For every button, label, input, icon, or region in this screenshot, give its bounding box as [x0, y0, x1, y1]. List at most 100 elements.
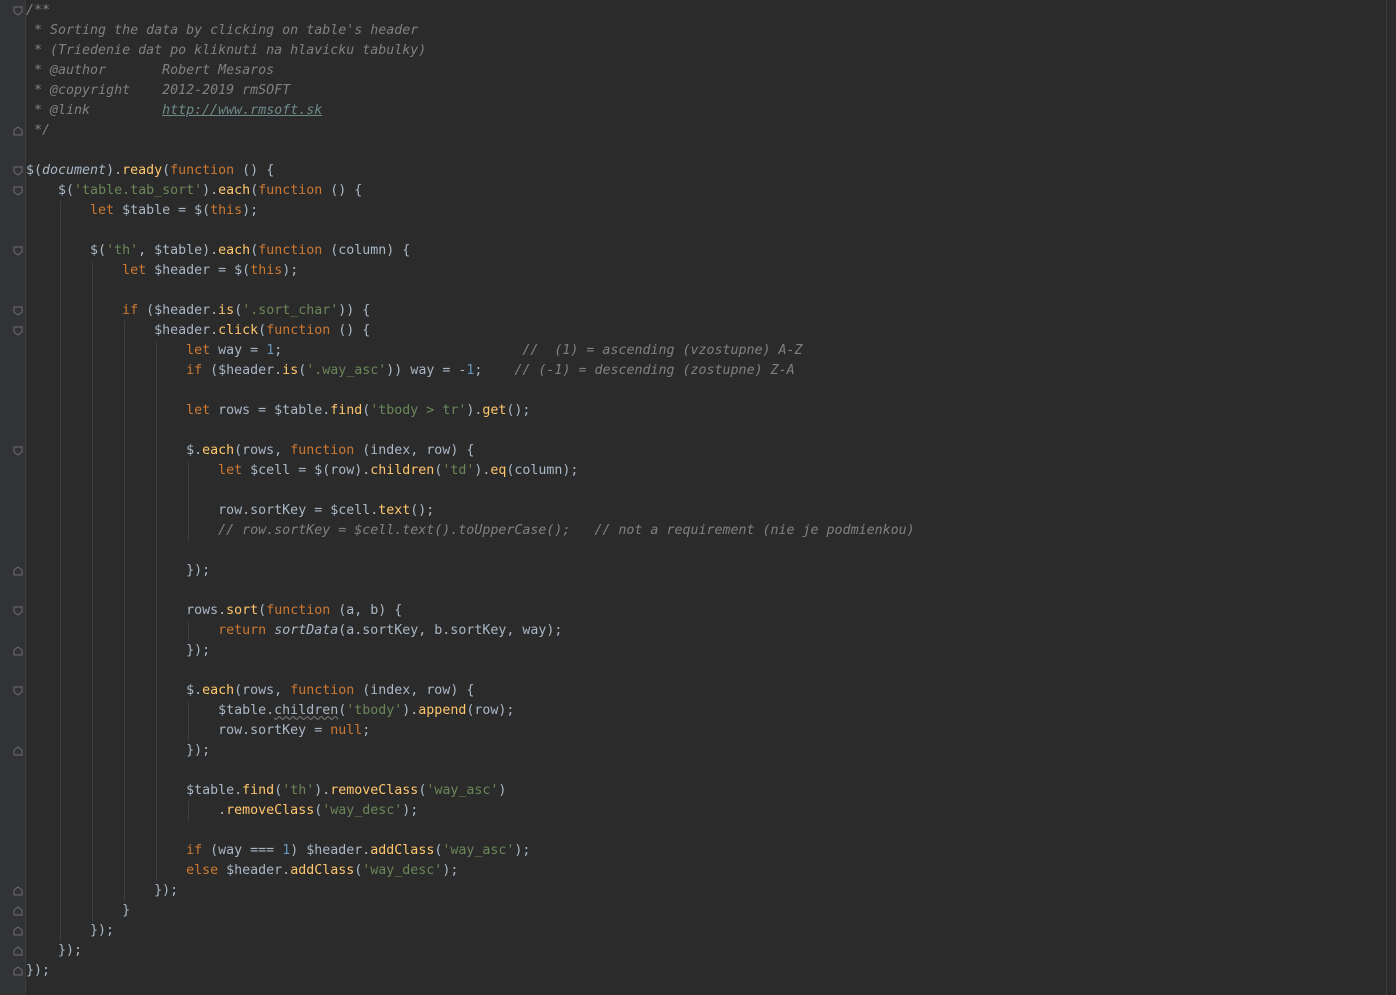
code-token: ($header. [146, 303, 219, 318]
code-token: /** [26, 3, 51, 18]
fold-close-icon[interactable] [13, 126, 23, 136]
fold-open-icon[interactable] [13, 166, 23, 176]
code-line[interactable]: }); [26, 961, 50, 981]
code-line[interactable]: .removeClass('way_desc'); [26, 801, 418, 821]
fold-close-icon[interactable] [13, 946, 23, 956]
fold-close-icon[interactable] [13, 746, 23, 756]
code-token: if [186, 363, 211, 378]
code-line[interactable]: return sortData(a.sortKey, b.sortKey, wa… [26, 621, 562, 641]
code-token: ; [274, 343, 523, 358]
code-line[interactable]: if ($header.is('.sort_char')) { [26, 301, 370, 321]
code-token: removeClass [226, 803, 315, 818]
code-line[interactable]: if ($header.is('.way_asc')) way = -1; //… [26, 361, 795, 381]
fold-open-icon[interactable] [13, 246, 23, 256]
code-token: } [26, 903, 131, 918]
code-line[interactable]: $('th', $table).each(function (column) { [26, 241, 410, 261]
fold-close-icon[interactable] [13, 646, 23, 656]
code-token: . [26, 803, 227, 818]
fold-close-icon[interactable] [13, 926, 23, 936]
code-line[interactable]: $(document).ready(function () { [26, 161, 274, 181]
code-line[interactable]: }); [26, 921, 114, 941]
code-editor[interactable]: /** * Sorting the data by clicking on ta… [0, 0, 1396, 995]
code-token: eq [490, 463, 507, 478]
code-line[interactable]: rows.sort(function (a, b) { [26, 601, 402, 621]
code-token: http://www.rmsoft.sk [162, 103, 323, 118]
code-token: 'th' [282, 783, 315, 798]
code-token: ); [402, 803, 419, 818]
code-token: each [218, 183, 251, 198]
code-line[interactable]: }); [26, 941, 82, 961]
code-token: addClass [370, 843, 435, 858]
code-line[interactable]: // row.sortKey = $cell.text().toUpperCas… [26, 521, 914, 541]
code-token: null [330, 723, 363, 738]
code-line[interactable]: * @author Robert Mesaros [26, 61, 274, 81]
fold-close-icon[interactable] [13, 906, 23, 916]
code-line[interactable]: * (Triedenie dat po kliknuti na hlavicku… [26, 41, 426, 61]
code-line[interactable]: * Sorting the data by clicking on table'… [26, 21, 418, 41]
fold-open-icon[interactable] [13, 6, 23, 16]
editor-gutter [0, 0, 26, 995]
code-line[interactable]: $table.children('tbody').append(row); [26, 701, 514, 721]
code-line[interactable]: $.each(rows, function (index, row) { [26, 441, 474, 461]
code-token: ; [474, 363, 515, 378]
fold-close-icon[interactable] [13, 566, 23, 576]
code-line[interactable]: * @link http://www.rmsoft.sk [26, 101, 322, 121]
code-line[interactable]: * @copyright 2012-2019 rmSOFT [26, 81, 290, 101]
code-token: }); [26, 563, 211, 578]
code-token: text [378, 503, 411, 518]
fold-close-icon[interactable] [13, 886, 23, 896]
code-token: @author [50, 63, 107, 78]
code-token: * [26, 83, 51, 98]
code-token: 'way_asc' [426, 783, 499, 798]
code-token: ). [202, 183, 219, 198]
code-line[interactable]: let rows = $table.find('tbody > tr').get… [26, 401, 530, 421]
fold-open-icon[interactable] [13, 606, 23, 616]
code-token: $table = $( [122, 203, 211, 218]
code-token: * [26, 103, 51, 118]
fold-open-icon[interactable] [13, 446, 23, 456]
code-token: }); [26, 923, 115, 938]
code-line[interactable]: }); [26, 881, 178, 901]
code-token: let [122, 263, 155, 278]
fold-close-icon[interactable] [13, 966, 23, 976]
fold-open-icon[interactable] [13, 326, 23, 336]
code-token: // (1) = ascending (vzostupne) A-Z [522, 343, 803, 358]
fold-open-icon[interactable] [13, 686, 23, 696]
code-line[interactable]: $.each(rows, function (index, row) { [26, 681, 474, 701]
fold-open-icon[interactable] [13, 186, 23, 196]
code-line[interactable]: $header.click(function () { [26, 321, 370, 341]
code-line[interactable]: let $cell = $(row).children('td').eq(col… [26, 461, 578, 481]
code-token: get [482, 403, 507, 418]
code-line[interactable]: else $header.addClass('way_desc'); [26, 861, 458, 881]
code-token: (column) { [322, 243, 411, 258]
fold-open-icon[interactable] [13, 306, 23, 316]
code-line[interactable]: }); [26, 641, 210, 661]
code-line[interactable]: let way = 1; // (1) = ascending (vzostup… [26, 341, 803, 361]
code-token: let [186, 403, 219, 418]
code-token: ) [498, 783, 507, 798]
code-line[interactable]: let $table = $(this); [26, 201, 258, 221]
code-line[interactable]: row.sortKey = $cell.text(); [26, 501, 434, 521]
code-token: ). [474, 463, 491, 478]
code-line[interactable]: /** [26, 1, 50, 21]
code-line[interactable]: if (way === 1) $header.addClass('way_asc… [26, 841, 530, 861]
code-line[interactable]: $table.find('th').removeClass('way_asc') [26, 781, 506, 801]
code-token: function [266, 323, 331, 338]
code-line[interactable]: row.sortKey = null; [26, 721, 370, 741]
code-token: () { [330, 323, 371, 338]
code-token: (a.sortKey, b.sortKey, way); [338, 623, 563, 638]
code-line[interactable]: }); [26, 741, 210, 761]
code-token: each [202, 443, 235, 458]
code-line[interactable]: $('table.tab_sort').each(function () { [26, 181, 362, 201]
code-line[interactable]: */ [26, 121, 50, 141]
right-margin-guide [1386, 0, 1387, 995]
code-line[interactable]: }); [26, 561, 210, 581]
code-line[interactable]: let $header = $(this); [26, 261, 298, 281]
code-line[interactable]: } [26, 901, 130, 921]
code-token: 'way_asc' [442, 843, 515, 858]
